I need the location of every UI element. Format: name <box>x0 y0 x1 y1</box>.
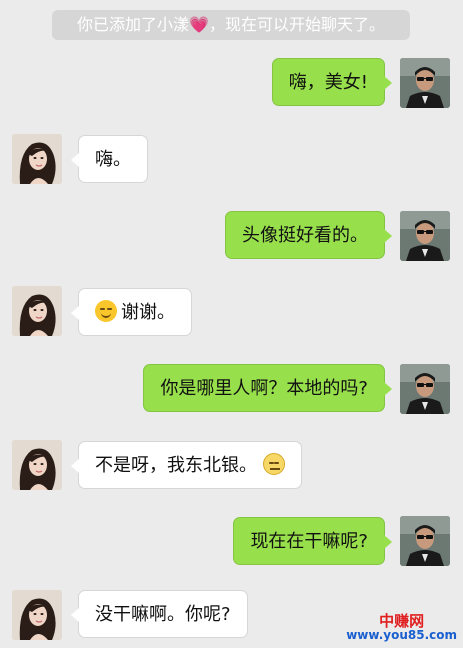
system-notice-suffix: ，现在可以开始聊天了。 <box>208 15 385 34</box>
message-bubble-other[interactable]: 嗨。 <box>71 135 148 183</box>
watermark-logo: 中赚网 <box>379 612 425 630</box>
contact-avatar[interactable] <box>12 134 62 184</box>
message-bubble-self[interactable]: 现在在干嘛呢? <box>233 517 392 565</box>
message-text: 嗨，美女! <box>288 72 368 93</box>
system-notice: 你已添加了小漾💗，现在可以开始聊天了。 <box>52 10 410 40</box>
smile-emoji-icon <box>95 300 117 322</box>
self-avatar[interactable] <box>400 364 450 414</box>
message-text: 嗨。 <box>95 149 131 170</box>
self-avatar[interactable] <box>400 58 450 108</box>
message-bubble-other[interactable]: 不是呀，我东北银。 <box>71 441 302 489</box>
contact-avatar[interactable] <box>12 440 62 490</box>
neutral-face-emoji-icon <box>263 453 285 475</box>
message-text: 谢谢。 <box>121 302 175 323</box>
message-text: 不是呀，我东北银。 <box>95 455 257 476</box>
self-avatar[interactable] <box>400 516 450 566</box>
self-avatar[interactable] <box>400 211 450 261</box>
message-text: 没干嘛啊。你呢? <box>95 604 231 625</box>
message-bubble-other[interactable]: 没干嘛啊。你呢? <box>71 590 248 638</box>
message-bubble-self[interactable]: 你是哪里人啊？本地的吗? <box>143 364 392 412</box>
message-bubble-self[interactable]: 嗨，美女! <box>271 58 393 106</box>
message-text: 现在在干嘛呢? <box>250 531 368 552</box>
pink-heart-emoji-icon: 💗 <box>189 15 209 34</box>
contact-avatar[interactable] <box>12 286 62 336</box>
message-text: 你是哪里人啊？本地的吗? <box>160 378 368 399</box>
message-text: 头像挺好看的。 <box>242 225 368 246</box>
system-notice-prefix: 你已添加了小漾 <box>77 15 190 34</box>
message-bubble-other[interactable]: 谢谢。 <box>71 288 192 336</box>
watermark-url: www.you85.com <box>346 628 457 642</box>
message-bubble-self[interactable]: 头像挺好看的。 <box>225 211 392 259</box>
watermark: 中赚网 www.you85.com <box>346 613 457 642</box>
contact-avatar[interactable] <box>12 590 62 640</box>
